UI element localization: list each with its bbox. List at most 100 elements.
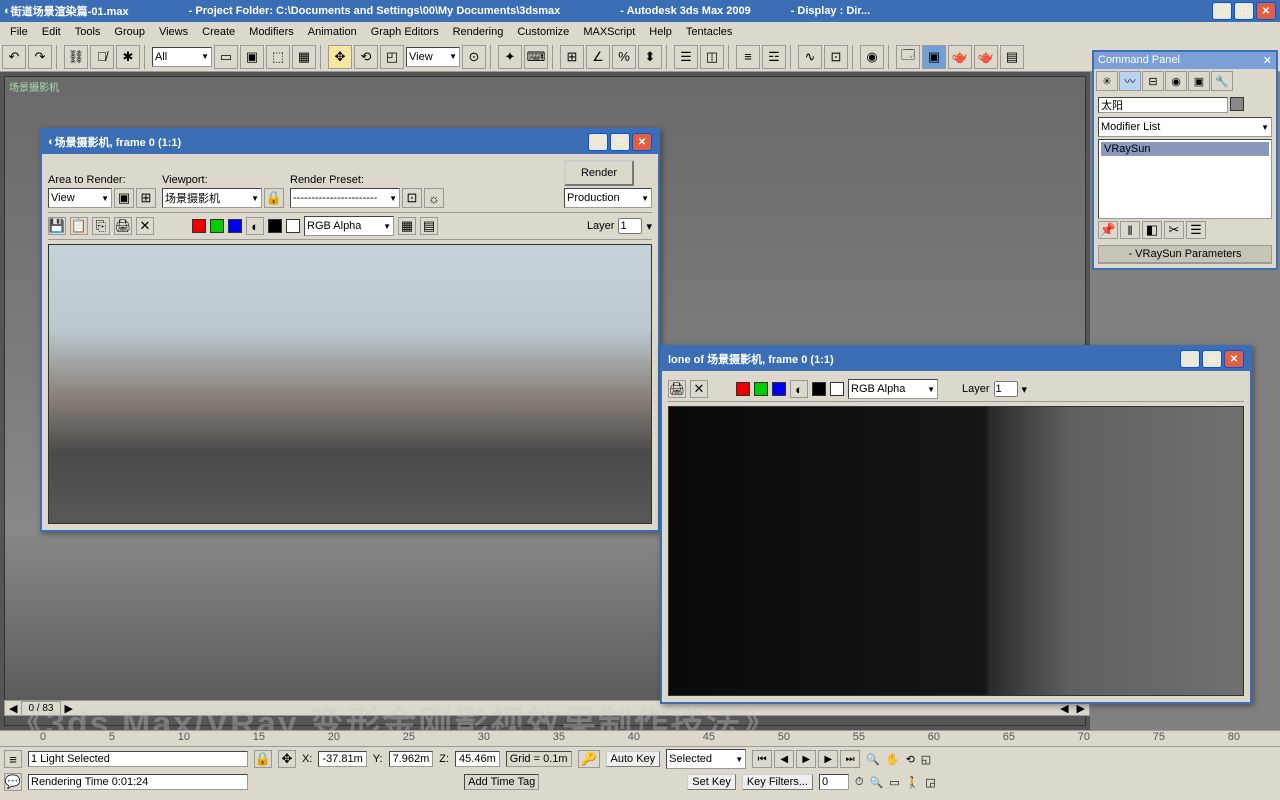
clone-image-icon[interactable]: ⎘	[92, 217, 110, 235]
lock-selection-icon[interactable]: 🔒	[254, 750, 272, 768]
quick-render-icon[interactable]: 🫖	[974, 45, 998, 69]
dialog1-titlebar[interactable]: ◐ 场景摄影机, frame 0 (1:1) _ □ ✕	[42, 130, 658, 154]
rollout-vraysun[interactable]: - VRaySun Parameters	[1098, 245, 1272, 264]
mirror-icon[interactable]: ◫	[700, 45, 724, 69]
script-listener-icon[interactable]: ≡	[4, 750, 22, 768]
bg-swatch[interactable]	[286, 219, 300, 233]
play-icon[interactable]: ▶	[796, 750, 816, 768]
dialog2-minimize[interactable]: _	[1180, 350, 1200, 368]
show-end-icon[interactable]: ‖	[1120, 221, 1140, 239]
remove-mod-icon[interactable]: ✂	[1164, 221, 1184, 239]
render-setup-icon[interactable]: 🗔	[896, 45, 920, 69]
overlay-a-icon[interactable]: ▦	[398, 217, 416, 235]
menu-customize[interactable]: Customize	[511, 24, 575, 40]
menu-tentacles[interactable]: Tentacles	[680, 24, 738, 40]
d2-bg-swatch[interactable]	[830, 382, 844, 396]
render-output-2[interactable]	[668, 406, 1244, 696]
save-image-icon[interactable]: 💾	[48, 217, 66, 235]
menu-animation[interactable]: Animation	[302, 24, 363, 40]
setkey-button[interactable]: Set Key	[687, 774, 736, 790]
keyfilters-button[interactable]: Key Filters...	[742, 774, 813, 790]
d2-blue-icon[interactable]	[772, 382, 786, 396]
current-frame-field[interactable]	[819, 774, 849, 790]
channel-green-icon[interactable]	[210, 219, 224, 233]
preset-combo[interactable]: -----------------------	[290, 188, 400, 208]
y-field[interactable]: 7.962m	[389, 751, 434, 767]
time-config-icon[interactable]: ⏱	[855, 776, 864, 789]
nav-zoom-icon[interactable]: 🔍	[866, 753, 880, 766]
select-region-icon[interactable]: ⬚	[266, 45, 290, 69]
rendered-frame-icon[interactable]: ▣	[922, 45, 946, 69]
menu-help[interactable]: Help	[643, 24, 678, 40]
menu-group[interactable]: Group	[108, 24, 151, 40]
env-icon[interactable]: ☼	[424, 188, 444, 208]
nav-orbit-icon[interactable]: ⟲	[906, 753, 915, 766]
panel-close-icon[interactable]: ✕	[1263, 54, 1272, 67]
channel-red-icon[interactable]	[192, 219, 206, 233]
tab-create-icon[interactable]: ✳	[1096, 71, 1118, 91]
object-color-swatch[interactable]	[1230, 97, 1244, 111]
named-sel-icon[interactable]: ☰	[674, 45, 698, 69]
goto-start-icon[interactable]: ⏮	[752, 750, 772, 768]
link-icon[interactable]: ⛓	[64, 45, 88, 69]
rollout-header[interactable]: - VRaySun Parameters	[1128, 248, 1241, 260]
render-output-1[interactable]	[48, 244, 652, 524]
autokey-button[interactable]: Auto Key	[606, 751, 661, 767]
key-icon[interactable]: 🔑	[578, 750, 600, 768]
dialog2-maximize[interactable]: □	[1202, 350, 1222, 368]
pivot-icon[interactable]: ⊙	[462, 45, 486, 69]
angle-snap-icon[interactable]: ∠	[586, 45, 610, 69]
d2-mono-icon[interactable]: ◐	[790, 380, 808, 398]
nav-fov-icon[interactable]: ▭	[889, 776, 899, 789]
viewport-combo[interactable]: 场景摄影机	[162, 188, 262, 208]
percent-snap-icon[interactable]: %	[612, 45, 636, 69]
layer-field[interactable]	[618, 218, 642, 234]
mono-icon[interactable]: ◐	[246, 217, 264, 235]
menu-tools[interactable]: Tools	[69, 24, 107, 40]
dialog2-titlebar[interactable]: lone of 场景摄影机, frame 0 (1:1) _ □ ✕	[662, 347, 1250, 371]
prompt-icon[interactable]: 💬	[4, 773, 22, 791]
d2-alpha-icon[interactable]	[812, 382, 826, 396]
keymode-icon[interactable]: ⌨	[524, 45, 548, 69]
copy-image-icon[interactable]: 📋	[70, 217, 88, 235]
overlay-b-icon[interactable]: ▤	[420, 217, 438, 235]
production-combo[interactable]: Production	[564, 188, 652, 208]
frame-indicator[interactable]: 0 / 83	[21, 701, 60, 716]
prev-frame-icon[interactable]: ◀	[774, 750, 794, 768]
tab-hierarchy-icon[interactable]: ⊟	[1142, 71, 1164, 91]
channel-alpha-icon[interactable]	[268, 219, 282, 233]
close-button[interactable]: ✕	[1256, 2, 1276, 20]
rotate-icon[interactable]: ⟲	[354, 45, 378, 69]
next-frame-icon[interactable]: ▶	[818, 750, 838, 768]
nav-walk-icon[interactable]: 🚶	[906, 776, 920, 789]
dialog1-close[interactable]: ✕	[632, 133, 652, 151]
ref-coord-combo[interactable]: View	[406, 47, 460, 67]
x-field[interactable]: -37.81m	[318, 751, 366, 767]
print-icon[interactable]: 🖨	[114, 217, 132, 235]
key-selection-combo[interactable]: Selected	[666, 749, 746, 769]
output-size-icon[interactable]: ⊡	[402, 188, 422, 208]
nav-zoom2-icon[interactable]: 🔍	[870, 776, 884, 789]
z-field[interactable]: 45.46m	[455, 751, 500, 767]
menu-edit[interactable]: Edit	[36, 24, 67, 40]
maximize-button[interactable]: □	[1234, 2, 1254, 20]
layers-icon[interactable]: ☲	[762, 45, 786, 69]
nav-pan-icon[interactable]: ✋	[886, 753, 900, 766]
tab-display-icon[interactable]: ▣	[1188, 71, 1210, 91]
d2-green-icon[interactable]	[754, 382, 768, 396]
d2-layer-field[interactable]	[994, 381, 1018, 397]
curve-editor-icon[interactable]: ∿	[798, 45, 822, 69]
object-name-field[interactable]	[1098, 97, 1228, 113]
d2-print-icon[interactable]: 🖨	[668, 380, 686, 398]
menu-create[interactable]: Create	[196, 24, 241, 40]
d2-delete-icon[interactable]: ✕	[690, 380, 708, 398]
scale-icon[interactable]: ◰	[380, 45, 404, 69]
tab-modify-icon[interactable]: 〰	[1119, 71, 1141, 91]
menu-modifiers[interactable]: Modifiers	[243, 24, 300, 40]
dialog1-minimize[interactable]: _	[588, 133, 608, 151]
menu-maxscript[interactable]: MAXScript	[577, 24, 641, 40]
region-edit-icon[interactable]: ▣	[114, 188, 134, 208]
stack-item-vraysun[interactable]: VRaySun	[1101, 142, 1269, 156]
move-icon[interactable]: ✥	[328, 45, 352, 69]
undo-icon[interactable]: ↶	[2, 45, 26, 69]
